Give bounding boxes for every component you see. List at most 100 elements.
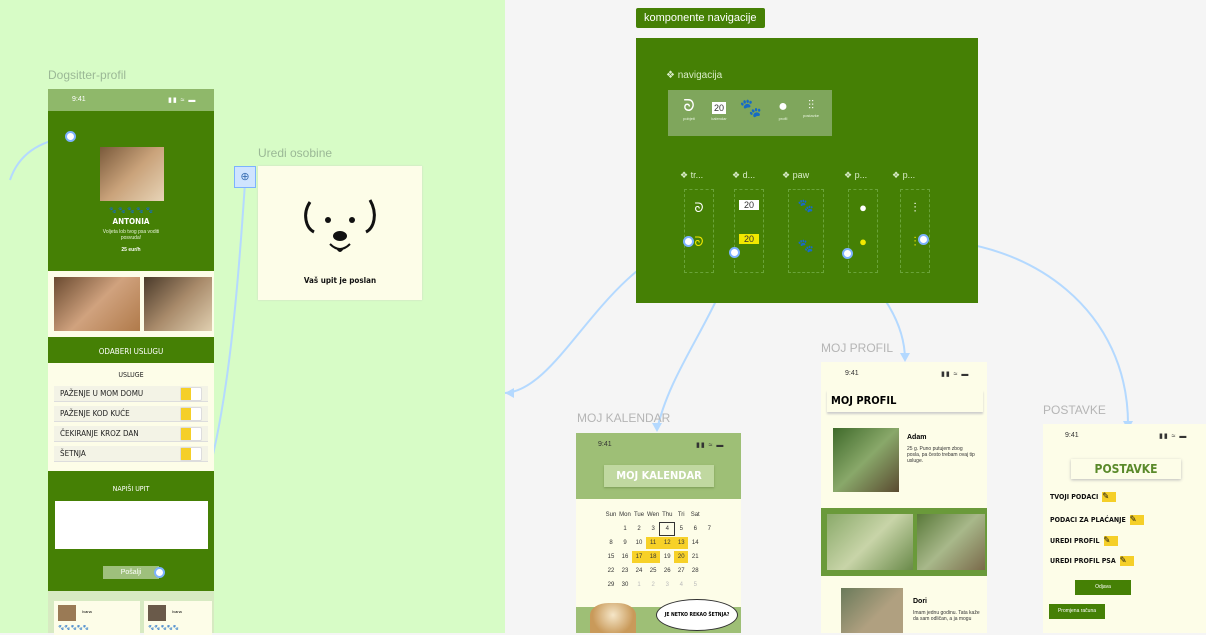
- calendar-day[interactable]: 3: [646, 523, 660, 535]
- promjena-racuna-button[interactable]: Promjena računa: [1049, 604, 1105, 619]
- calendar-day[interactable]: 16: [618, 551, 632, 563]
- nav-paw[interactable]: 🐾: [738, 98, 764, 119]
- variant-putovanje[interactable]: ᘐ ᘐ: [684, 189, 714, 273]
- calendar-day[interactable]: 22: [604, 565, 618, 577]
- dog-profile-photo: [841, 588, 903, 633]
- calendar-day-next-month[interactable]: 2: [646, 579, 660, 591]
- calendar-day-booked[interactable]: 13: [674, 537, 689, 549]
- profile-photo-2[interactable]: [917, 514, 985, 570]
- calendar-day-next-month[interactable]: 3: [660, 579, 674, 591]
- setting-row-podaci[interactable]: TVOJI PODACI ✎: [1050, 492, 1117, 502]
- nav-putovanje[interactable]: ᘐ pobjeti: [678, 98, 700, 121]
- kalendar-phone: 9:41 ▮▮ ≈ ▬ MOJ KALENDAR Sun Mon Tue Wen…: [576, 433, 741, 633]
- calendar-day[interactable]: 25: [646, 565, 660, 577]
- inquiry-textarea[interactable]: [55, 501, 208, 549]
- nav-kalendar[interactable]: 20 kalendar: [708, 98, 730, 121]
- connector-handle[interactable]: [683, 236, 694, 247]
- service-toggle-1[interactable]: [180, 387, 202, 401]
- calendar-day[interactable]: 5: [674, 523, 688, 535]
- calendar-day[interactable]: 1: [618, 523, 632, 535]
- sitter-price: 25 eur/h: [121, 247, 141, 253]
- variant-profil[interactable]: ● ●: [848, 189, 878, 273]
- calendar-day-next-month[interactable]: 5: [688, 579, 702, 591]
- calendar-day-booked[interactable]: 17: [632, 551, 646, 563]
- calendar-day[interactable]: 26: [660, 565, 674, 577]
- owner-bio: 25 g. Puno putujem zbog posla, pa često …: [907, 446, 975, 464]
- calendar-day-booked[interactable]: 11: [646, 537, 661, 549]
- dog-photo: [590, 603, 636, 633]
- review-card-1[interactable]: Ivana 🐾🐾🐾🐾🐾: [54, 601, 140, 635]
- toggle-knob: [181, 408, 191, 420]
- service-toggle-4[interactable]: [180, 447, 202, 461]
- calendar-day[interactable]: 8: [604, 537, 618, 549]
- pencil-icon[interactable]: ✎: [1103, 536, 1118, 546]
- pencil-icon[interactable]: ✎: [1102, 492, 1117, 502]
- service-label-2: PAŽENJE KOD KUĆE: [60, 409, 130, 418]
- calendar-day-booked[interactable]: 12: [660, 537, 675, 549]
- weekday: Sun: [605, 512, 617, 518]
- calendar-day[interactable]: 29: [604, 579, 618, 591]
- connector-handle[interactable]: [842, 248, 853, 259]
- connector-handle[interactable]: [154, 567, 165, 578]
- calendar-day[interactable]: 19: [660, 551, 674, 563]
- nav-components-label[interactable]: komponente navigacije: [636, 8, 765, 28]
- review-rating-2: 🐾🐾🐾🐾🐾: [148, 625, 180, 631]
- calendar-day[interactable]: 15: [604, 551, 618, 563]
- calendar-week: 22 23 24 25 26 27 28: [604, 565, 716, 577]
- review-card-2[interactable]: Ivana 🐾🐾🐾🐾🐾: [144, 601, 212, 635]
- posalji-button[interactable]: Pošalji: [103, 566, 159, 579]
- calendar-day[interactable]: 27: [674, 565, 688, 577]
- usluge-heading: USLUGE: [118, 371, 144, 379]
- frame-label-kalendar[interactable]: MOJ KALENDAR: [577, 411, 670, 425]
- calendar-day-next-month[interactable]: 1: [632, 579, 646, 591]
- calendar-day[interactable]: 10: [632, 537, 646, 549]
- nav-profil[interactable]: ● profil: [772, 98, 794, 121]
- frame-label-postavke[interactable]: POSTAVKE: [1043, 403, 1106, 417]
- setting-row-placanje[interactable]: PODACI ZA PLAĆANJE ✎: [1050, 515, 1144, 525]
- calendar-day[interactable]: [604, 523, 618, 535]
- connector-handle[interactable]: [729, 247, 740, 258]
- kalendar-header: 9:41 ▮▮ ≈ ▬ MOJ KALENDAR: [576, 433, 741, 499]
- calendar-day-booked[interactable]: 18: [646, 551, 661, 563]
- profile-icon-active: ●: [859, 234, 867, 249]
- frame-label-uredi[interactable]: Uredi osobine: [258, 146, 332, 160]
- calendar-day[interactable]: 14: [688, 537, 702, 549]
- frame-label-profil[interactable]: MOJ PROFIL: [821, 341, 893, 355]
- odjava-button[interactable]: Odjava: [1075, 580, 1131, 595]
- nav-postavke[interactable]: ⫶⫶ postavke: [800, 98, 822, 118]
- connector-handle[interactable]: [918, 234, 929, 245]
- calendar-day[interactable]: 24: [632, 565, 646, 577]
- setting-row-uredi-psa[interactable]: UREDI PROFIL PSA ✎: [1050, 556, 1134, 566]
- rating-paws: 🐾 🐾 🐾 🐾 🐾: [108, 208, 154, 214]
- service-toggle-3[interactable]: [180, 427, 202, 441]
- sitter-tagline: Voljeta lob tvog psa voditi posvuda!: [102, 229, 160, 241]
- flow-start-icon[interactable]: ⊕: [234, 166, 256, 188]
- pencil-icon[interactable]: ✎: [1119, 556, 1134, 566]
- calendar-day[interactable]: 28: [688, 565, 702, 577]
- calendar-day[interactable]: 6: [688, 523, 702, 535]
- calendar-day[interactable]: 9: [618, 537, 632, 549]
- calendar-day[interactable]: 2: [632, 523, 646, 535]
- service-toggle-2[interactable]: [180, 407, 202, 421]
- profile-photo-1[interactable]: [827, 514, 913, 570]
- gallery-photo-2[interactable]: [144, 277, 212, 331]
- setting-row-uredi-profil[interactable]: UREDI PROFIL ✎: [1050, 536, 1118, 546]
- calendar-day-booked[interactable]: 20: [674, 551, 689, 563]
- calendar-day[interactable]: 30: [618, 579, 632, 591]
- pencil-icon[interactable]: ✎: [1129, 515, 1144, 525]
- signal-icon: ▮▮ ≈ ▬: [168, 97, 197, 104]
- calendar-day[interactable]: 21: [688, 551, 702, 563]
- calendar-day-next-month[interactable]: 4: [674, 579, 688, 591]
- variant-paw[interactable]: 🐾 🐾: [788, 189, 824, 273]
- gallery-photo-1[interactable]: [54, 277, 140, 331]
- variant-kalendar[interactable]: 20 20: [734, 189, 764, 273]
- connector-handle[interactable]: [65, 131, 76, 142]
- profile-icon: ●: [859, 200, 867, 215]
- variant-postavke[interactable]: ⫶ ⫶: [900, 189, 930, 273]
- calendar-day-today[interactable]: 4: [659, 522, 676, 536]
- calendar-day[interactable]: 7: [702, 523, 716, 535]
- calendar-day[interactable]: 23: [618, 565, 632, 577]
- frame-label-dogsitter[interactable]: Dogsitter-profil: [48, 68, 126, 82]
- postavke-title: POSTAVKE: [1071, 459, 1181, 479]
- status-bar: 9:41 ▮▮ ≈ ▬: [48, 89, 214, 111]
